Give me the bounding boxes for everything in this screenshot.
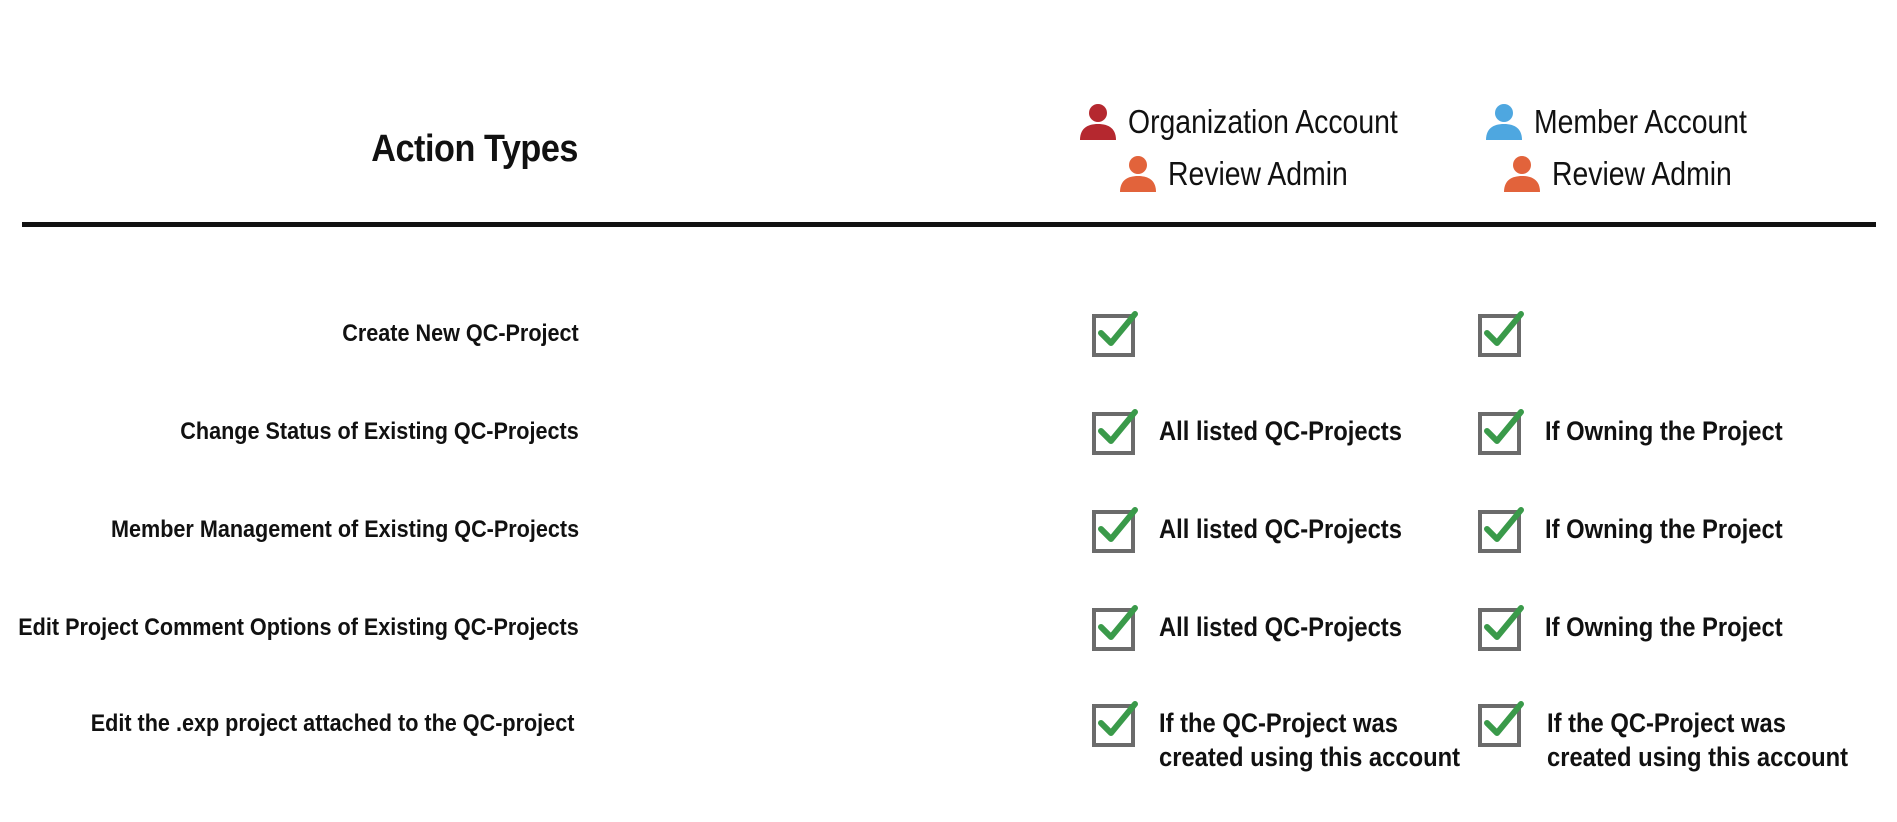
- table-row: Edit Project Comment Options of Existing…: [0, 605, 1897, 694]
- permission-cell-member: If Owning the Project: [1477, 504, 1815, 554]
- permission-cell-organization: All listed QC-Projects: [1091, 602, 1435, 652]
- role-member-account: Member Account: [1484, 96, 1824, 148]
- permission-note: All listed QC-Projects: [1159, 612, 1402, 642]
- action-types-heading: Action Types: [371, 128, 578, 170]
- checkbox-checked-icon: [1478, 409, 1524, 455]
- permission-note-line-1: If the QC-Project was: [1159, 708, 1398, 738]
- table-row: Member Management of Existing QC-Project…: [0, 507, 1897, 596]
- action-label: Edit Project Comment Options of Existing…: [18, 614, 579, 641]
- checkbox-checked-icon: [1092, 409, 1138, 455]
- checkbox-checked-icon: [1092, 605, 1138, 651]
- permission-note: If the QC-Project was created using this…: [1547, 706, 1848, 774]
- role-label: Review Admin: [1168, 155, 1348, 192]
- checkbox-checked-icon: [1092, 701, 1138, 747]
- checkbox-checked-icon: [1478, 701, 1524, 747]
- checkbox-checked-icon: [1478, 507, 1524, 553]
- table-row: Edit the .exp project attached to the QC…: [0, 701, 1897, 790]
- permission-cell-member: If Owning the Project: [1477, 406, 1815, 456]
- person-icon: [1080, 104, 1116, 140]
- permission-note-line-1: If the QC-Project was: [1547, 708, 1786, 738]
- checkbox-checked-icon: [1478, 311, 1524, 357]
- permission-cell-organization: All listed QC-Projects: [1091, 504, 1435, 554]
- person-icon: [1504, 156, 1540, 192]
- permission-cell-member: [1477, 308, 1545, 358]
- role-organization-account: Organization Account: [1078, 96, 1418, 148]
- checkbox-checked-icon: [1092, 311, 1138, 357]
- role-label: Member Account: [1534, 103, 1747, 140]
- permission-cell-organization: If the QC-Project was created using this…: [1091, 698, 1501, 774]
- action-label: Create New QC-Project: [342, 320, 579, 347]
- action-label: Edit the .exp project attached to the QC…: [90, 710, 574, 737]
- permission-note-line-2: created using this account: [1159, 742, 1461, 772]
- permission-cell-member: If Owning the Project: [1477, 602, 1815, 652]
- permission-cell-organization: All listed QC-Projects: [1091, 406, 1435, 456]
- role-review-admin: Review Admin: [1484, 148, 1824, 200]
- permission-note: All listed QC-Projects: [1159, 514, 1402, 544]
- action-label: Change Status of Existing QC-Projects: [180, 418, 579, 445]
- role-label: Review Admin: [1552, 155, 1732, 192]
- table-row: Change Status of Existing QC-Projects Al…: [0, 409, 1897, 498]
- permission-note: All listed QC-Projects: [1159, 416, 1402, 446]
- permission-note: If Owning the Project: [1545, 514, 1783, 544]
- permission-note: If Owning the Project: [1545, 416, 1783, 446]
- header-divider: [22, 222, 1876, 227]
- role-label: Organization Account: [1128, 103, 1398, 140]
- column-header-member: Member Account Review Admin: [1484, 96, 1824, 200]
- checkbox-checked-icon: [1478, 605, 1524, 651]
- column-header-organization: Organization Account Review Admin: [1078, 96, 1418, 200]
- permission-note: If Owning the Project: [1545, 612, 1783, 642]
- person-icon: [1120, 156, 1156, 192]
- checkbox-checked-icon: [1092, 507, 1138, 553]
- action-label: Member Management of Existing QC-Project…: [110, 516, 579, 543]
- permission-note: If the QC-Project was created using this…: [1159, 706, 1460, 774]
- permission-cell-member: If the QC-Project was created using this…: [1477, 698, 1889, 774]
- permission-note-line-2: created using this account: [1547, 742, 1849, 772]
- person-icon: [1486, 104, 1522, 140]
- role-review-admin: Review Admin: [1078, 148, 1418, 200]
- permission-cell-organization: [1091, 308, 1159, 358]
- table-row: Create New QC-Project: [0, 311, 1897, 400]
